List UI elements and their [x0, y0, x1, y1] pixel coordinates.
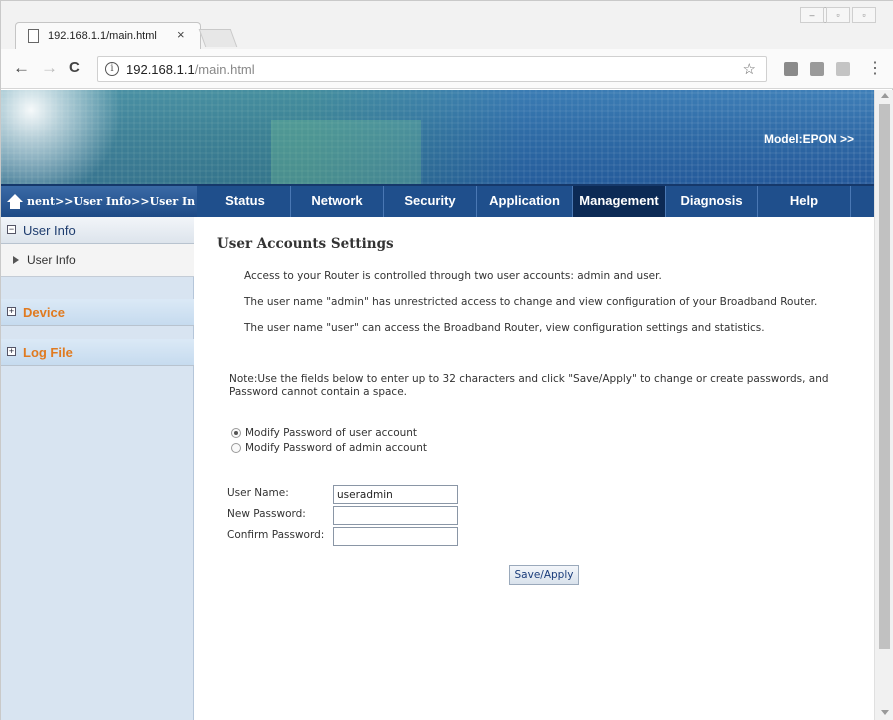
new-password-label: New Password:: [227, 508, 306, 520]
bookmark-star-icon[interactable]: ☆: [743, 60, 756, 78]
tab-management[interactable]: Management: [573, 186, 666, 217]
main-menu-bar: nent>>User Info>>User In Status Network …: [1, 184, 874, 217]
radio-admin-account[interactable]: Modify Password of admin account: [231, 442, 427, 454]
arrow-right-icon: [13, 256, 19, 264]
tab-network[interactable]: Network: [291, 186, 384, 217]
page-title: User Accounts Settings: [217, 236, 394, 252]
tab-help[interactable]: Help: [758, 186, 851, 217]
radio-user-account[interactable]: Modify Password of user account: [231, 427, 417, 439]
page-icon: [28, 29, 39, 43]
sidebar-item-label: User Info: [27, 253, 76, 267]
confirm-password-input[interactable]: [333, 527, 458, 546]
confirm-password-label: Confirm Password:: [227, 529, 325, 541]
scroll-up-icon[interactable]: [881, 93, 889, 98]
forward-button[interactable]: →: [41, 59, 58, 77]
header-banner: Model:EPON >>: [1, 90, 874, 184]
url-text: 192.168.1.1/main.html: [126, 62, 255, 77]
new-password-input[interactable]: [333, 506, 458, 525]
sidebar-item-user-info[interactable]: User Info: [1, 244, 194, 277]
title-bar: 192.168.1.1/main.html × ☻ – ▫ ▫: [1, 1, 893, 49]
password-note: Note:Use the fields below to enter up to…: [229, 373, 829, 398]
menu-tabs: Status Network Security Application Mana…: [200, 186, 851, 217]
radio-button[interactable]: [231, 443, 241, 453]
scroll-down-icon[interactable]: [881, 710, 889, 715]
page-scrollbar[interactable]: [874, 90, 893, 720]
new-tab-button[interactable]: [198, 29, 238, 47]
window-controls: – ▫ ▫: [800, 7, 876, 23]
sidebar-group-label: Device: [23, 305, 65, 320]
close-tab-icon[interactable]: ×: [177, 27, 185, 42]
sidebar-group-log-file[interactable]: + Log File: [1, 339, 194, 366]
url-path: /main.html: [194, 62, 255, 77]
breadcrumb-text: nent>>User Info>>User In: [27, 195, 196, 208]
browser-toolbar: ← → C i 192.168.1.1/main.html ☆ ⋮: [1, 49, 893, 89]
browser-menu-icon[interactable]: ⋮: [867, 58, 883, 78]
user-name-input[interactable]: [333, 485, 458, 504]
main-content: User Accounts Settings Access to your Ro…: [214, 217, 864, 717]
radio-label: Modify Password of user account: [245, 427, 418, 439]
tab-title: 192.168.1.1/main.html: [48, 30, 157, 42]
browser-window: 192.168.1.1/main.html × ☻ – ▫ ▫ ← → C i …: [0, 0, 893, 720]
banner-decoration: [271, 120, 421, 184]
extension-icon-1[interactable]: [784, 62, 798, 76]
sidebar-group-label: Log File: [23, 345, 73, 360]
save-apply-button[interactable]: Save/Apply: [509, 565, 579, 585]
close-window-button[interactable]: ▫: [852, 7, 876, 23]
user-name-label: User Name:: [227, 487, 289, 499]
sidebar-group-user-info[interactable]: − User Info: [1, 217, 194, 244]
address-bar[interactable]: i 192.168.1.1/main.html ☆: [97, 56, 767, 82]
minimize-button[interactable]: –: [800, 7, 824, 23]
info-paragraph: Access to your Router is controlled thro…: [244, 270, 662, 282]
sidebar-group-device[interactable]: + Device: [1, 299, 194, 326]
sidebar: − User Info User Info + Device + Log Fil…: [1, 217, 194, 720]
tab-diagnosis[interactable]: Diagnosis: [666, 186, 758, 217]
extension-icon-3[interactable]: [836, 62, 850, 76]
expand-icon[interactable]: +: [7, 347, 16, 356]
back-button[interactable]: ←: [13, 59, 30, 77]
breadcrumb: nent>>User Info>>User In: [1, 186, 197, 217]
extension-icon-2[interactable]: [810, 62, 824, 76]
scrollbar-thumb[interactable]: [879, 104, 890, 649]
browser-tab[interactable]: 192.168.1.1/main.html ×: [15, 22, 201, 49]
collapse-icon[interactable]: −: [7, 225, 16, 234]
sidebar-group-label: User Info: [23, 223, 76, 238]
tab-application[interactable]: Application: [477, 186, 573, 217]
expand-icon[interactable]: +: [7, 307, 16, 316]
url-host: 192.168.1.1: [126, 62, 195, 77]
tab-status[interactable]: Status: [200, 186, 291, 217]
tab-security[interactable]: Security: [384, 186, 477, 217]
info-paragraph: The user name "user" can access the Broa…: [244, 322, 765, 334]
info-paragraph: The user name "admin" has unrestricted a…: [244, 296, 818, 308]
home-icon[interactable]: [7, 194, 23, 210]
model-link[interactable]: Model:EPON >>: [764, 132, 854, 146]
info-icon[interactable]: i: [105, 62, 119, 76]
reload-button[interactable]: C: [69, 59, 80, 77]
radio-button[interactable]: [231, 428, 241, 438]
radio-label: Modify Password of admin account: [245, 442, 428, 454]
maximize-button[interactable]: ▫: [826, 7, 850, 23]
